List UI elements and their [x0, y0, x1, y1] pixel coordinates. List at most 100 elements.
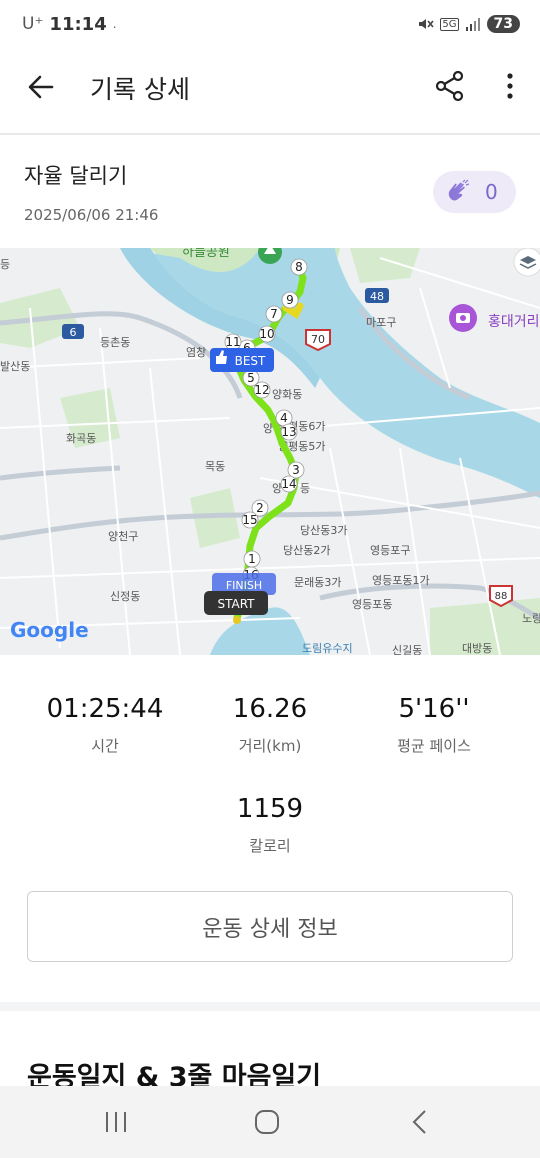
- stat-calorie-value: 1159: [236, 794, 304, 824]
- place-label: 화곡동: [66, 432, 96, 445]
- park-area: [350, 248, 420, 283]
- km-marker: 12: [253, 381, 271, 399]
- share-icon: [435, 70, 464, 102]
- place-label: 영등포구: [370, 544, 410, 557]
- clap-hands-icon: [448, 179, 470, 201]
- layers-icon[interactable]: [513, 248, 540, 277]
- stat-time-label: 시간: [91, 737, 119, 755]
- km-marker-label: 7: [270, 307, 278, 321]
- svg-text:88: 88: [495, 591, 508, 602]
- exercise-detail-button[interactable]: 운동 상세 정보: [27, 891, 513, 962]
- start-label: START: [217, 597, 255, 611]
- status-time: 11:14: [49, 13, 107, 35]
- place-label: 신길동: [392, 644, 422, 655]
- place-label: 등: [0, 258, 10, 271]
- signal-icon: [465, 18, 480, 31]
- stat-pace-label: 평균 페이스: [397, 737, 471, 755]
- stat-calorie-label: 칼로리: [249, 837, 291, 855]
- stat-pace-value: 5'16'': [398, 694, 470, 724]
- place-label: 문래동3가: [294, 576, 341, 589]
- place-label: 목동: [205, 460, 225, 473]
- km-marker: 15: [241, 511, 259, 529]
- section-divider: [0, 1002, 540, 1011]
- km-marker: 10: [258, 325, 276, 343]
- more-vert-icon: [507, 73, 513, 99]
- km-marker-label: 3: [292, 463, 300, 477]
- km-marker: 3: [287, 461, 305, 479]
- camera-pin-icon[interactable]: [449, 304, 477, 332]
- km-marker-label: 4: [280, 411, 288, 425]
- more-options-button[interactable]: [498, 70, 522, 102]
- place-label: 염창: [186, 346, 206, 359]
- map-canvas: 6 48 70 88 등촌동 염창 화곡동 목동 양천구 신정동 양화동 양평동…: [0, 248, 540, 655]
- place-label: 양화동: [272, 388, 302, 401]
- km-marker-label: 9: [286, 293, 294, 307]
- km-marker-label: 10: [259, 327, 274, 341]
- status-bar: U⁺ 11:14 . 5G 73: [0, 0, 540, 48]
- battery-indicator: 73: [486, 15, 520, 33]
- place-label: 신정동: [110, 590, 140, 603]
- place-label: 발산동: [0, 360, 30, 373]
- page-title: 기록 상세: [90, 75, 190, 104]
- system-nav-bar: [0, 1086, 540, 1158]
- km-marker: 8: [290, 258, 308, 276]
- place-label: 대방동: [462, 642, 492, 655]
- place-label: 영등포동1가: [372, 574, 430, 587]
- place-label: 당산동3가: [300, 524, 347, 537]
- carrier-label: U⁺: [22, 14, 44, 34]
- km-marker: 9: [281, 291, 299, 309]
- km-marker-label: 15: [242, 513, 257, 527]
- cheer-button[interactable]: 0: [433, 171, 516, 213]
- route-map[interactable]: 6 48 70 88 등촌동 염창 화곡동 목동 양천구 신정동 양화동 양평동…: [0, 248, 540, 655]
- record-date: 2025/06/06 21:46: [24, 206, 159, 224]
- recent-apps-button[interactable]: [96, 1104, 136, 1140]
- place-label: 마포구: [366, 316, 396, 329]
- status-indicator: .: [112, 17, 117, 31]
- place-label: 노량: [522, 612, 540, 625]
- km-marker-label: 8: [295, 260, 303, 274]
- svg-text:48: 48: [370, 290, 384, 303]
- km-marker: 1: [243, 550, 261, 568]
- google-logo: Google: [10, 618, 89, 642]
- nav-back-button[interactable]: [400, 1104, 440, 1140]
- best-badge: BEST: [210, 348, 274, 372]
- record-title: 자율 달리기: [24, 164, 128, 188]
- km-marker-label: 1: [248, 552, 256, 566]
- status-right: 5G 73: [416, 15, 520, 33]
- place-label: 홍대거리: [488, 314, 540, 330]
- km-marker: 11: [224, 333, 242, 351]
- home-icon: [255, 1110, 279, 1134]
- best-label: BEST: [235, 354, 266, 368]
- stat-distance-label: 거리(km): [238, 737, 302, 755]
- svg-text:6: 6: [70, 326, 77, 339]
- place-label: 도림유수지: [302, 642, 353, 655]
- km-marker: 4: [275, 409, 293, 427]
- back-icon: [412, 1110, 426, 1134]
- place-label: 영등포동: [352, 598, 392, 611]
- back-arrow-icon: [28, 75, 54, 99]
- mute-icon: [419, 19, 435, 29]
- place-label: 등촌동: [100, 336, 130, 349]
- back-button[interactable]: [26, 72, 56, 102]
- share-button[interactable]: [434, 70, 466, 102]
- km-marker-label: 14: [281, 477, 296, 491]
- road-shield: 48: [365, 288, 389, 303]
- home-button[interactable]: [247, 1104, 287, 1140]
- header-divider: [0, 133, 540, 135]
- km-marker: 14: [280, 475, 298, 493]
- road-shield: 6: [62, 324, 84, 339]
- recent-apps-icon: [106, 1112, 126, 1132]
- finish-label: FINISH: [226, 579, 262, 592]
- km-marker: 7: [265, 305, 283, 323]
- place-label: 등: [300, 482, 310, 495]
- km-marker-label: 12: [254, 383, 269, 397]
- cheer-count: 0: [485, 180, 498, 204]
- stat-time-value: 01:25:44: [46, 694, 164, 724]
- status-left: U⁺ 11:14 .: [22, 14, 117, 35]
- place-label: 하늘공원: [182, 248, 230, 260]
- km-marker-label: 13: [281, 425, 296, 439]
- km-marker: 13: [280, 423, 298, 441]
- km-marker-label: 11: [225, 335, 240, 349]
- network-label: 5G: [440, 17, 459, 31]
- svg-text:70: 70: [311, 333, 325, 346]
